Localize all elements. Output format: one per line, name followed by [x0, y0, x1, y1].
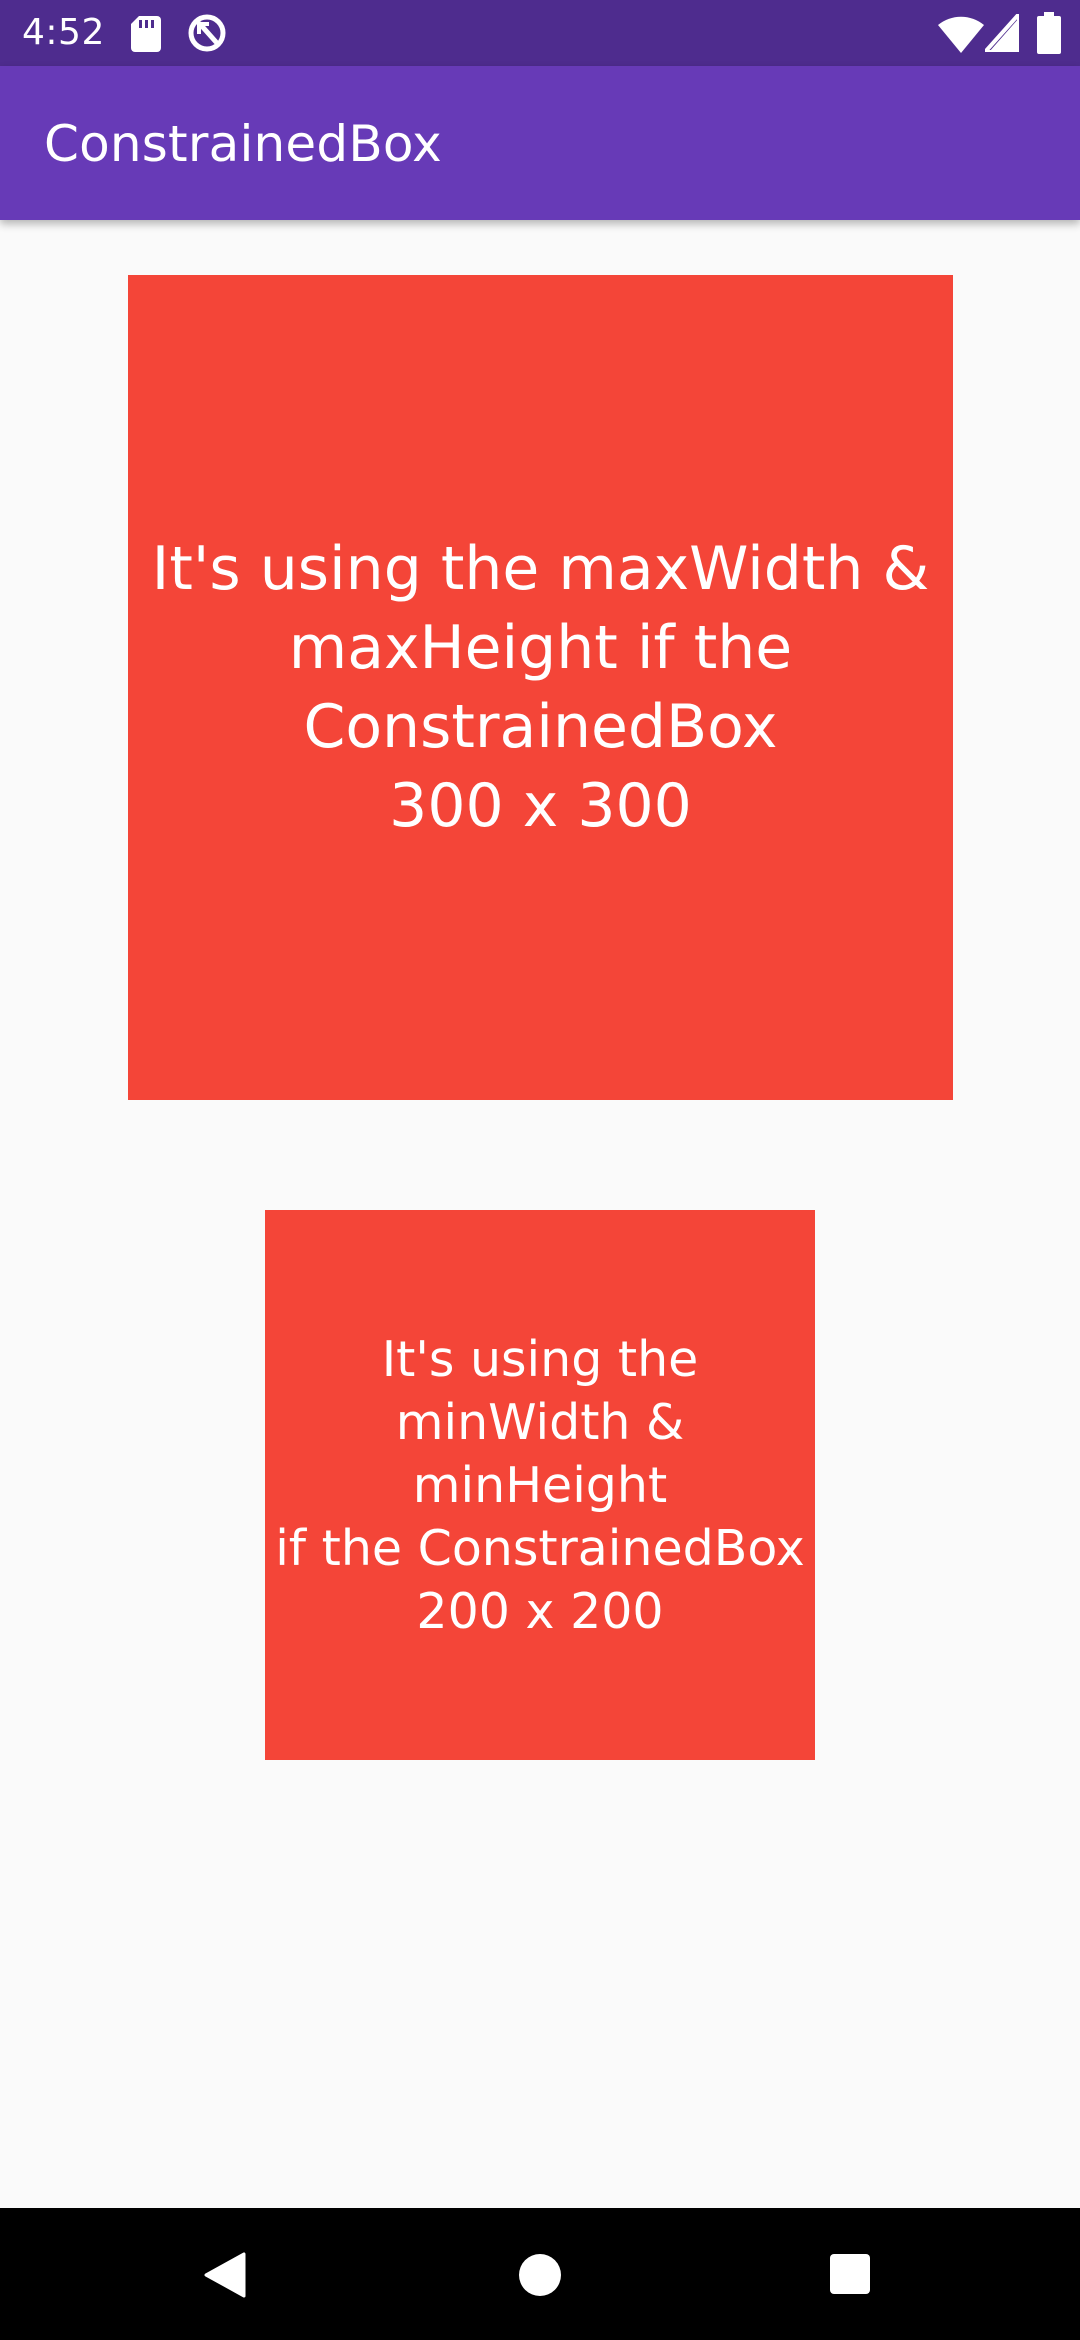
constrained-box-small-text: It's using the minWidth & minHeight if t…: [275, 1330, 805, 1640]
app-title: ConstrainedBox: [44, 115, 442, 173]
status-time: 4:52: [22, 12, 105, 53]
battery-icon: [1037, 12, 1061, 54]
navigation-bar: [0, 2208, 1080, 2340]
back-icon[interactable]: [204, 2252, 246, 2298]
constrained-box-large: It's using the maxWidth & maxHeight if t…: [128, 275, 953, 1100]
cell-signal-icon: [985, 14, 1019, 52]
home-icon[interactable]: [518, 2253, 562, 2297]
recents-icon[interactable]: [829, 2253, 871, 2295]
constrained-box-small: It's using the minWidth & minHeight if t…: [265, 1210, 815, 1760]
status-bar: 4:52: [0, 0, 1080, 66]
app-bar: ConstrainedBox: [0, 66, 1080, 220]
sd-card-icon: [131, 16, 161, 52]
constrained-box-large-text: It's using the maxWidth & maxHeight if t…: [151, 533, 930, 841]
wifi-icon: [938, 16, 984, 53]
sync-icon: [188, 14, 226, 52]
